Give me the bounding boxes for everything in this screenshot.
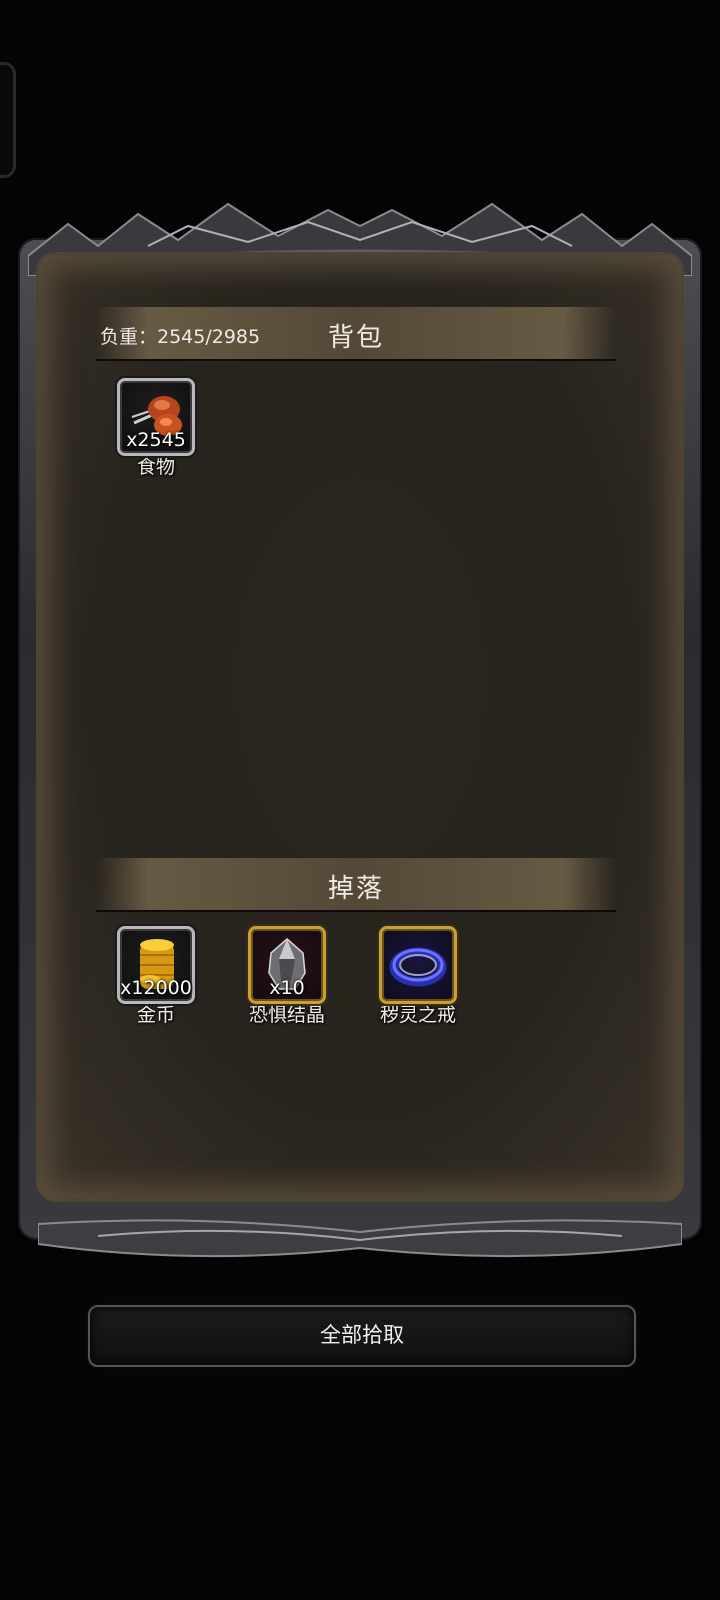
item-slot[interactable]: x12000 (117, 926, 195, 1004)
bag-item[interactable]: x2545 食物 (106, 378, 206, 479)
item-name: 恐惧结晶 (248, 1004, 325, 1026)
item-slot[interactable] (379, 926, 457, 1004)
item-slot[interactable]: x2545 (117, 378, 195, 456)
drop-item[interactable]: 秽灵之戒 (368, 926, 468, 1027)
pickup-all-button[interactable]: 全部拾取 (88, 1305, 636, 1367)
bag-title: 背包 (327, 323, 384, 353)
bag-header: 负重：2545/2985 背包 (96, 307, 616, 361)
item-quantity: x12000 (120, 977, 192, 999)
drops-title: 掉落 (327, 874, 384, 904)
item-name: 金币 (136, 1004, 175, 1026)
drop-item[interactable]: x10 恐惧结晶 (237, 926, 337, 1027)
item-name: 食物 (136, 456, 175, 478)
drop-item[interactable]: x12000 金币 (106, 926, 206, 1027)
frame-bottom-ornament (38, 1219, 682, 1258)
ring-icon (389, 947, 447, 987)
item-slot[interactable]: x10 (248, 926, 326, 1004)
edge-tab (0, 62, 16, 178)
item-name: 秽灵之戒 (379, 1004, 456, 1026)
item-quantity: x10 (269, 977, 305, 999)
drops-header: 掉落 (96, 858, 616, 912)
item-quantity: x2545 (126, 429, 186, 451)
